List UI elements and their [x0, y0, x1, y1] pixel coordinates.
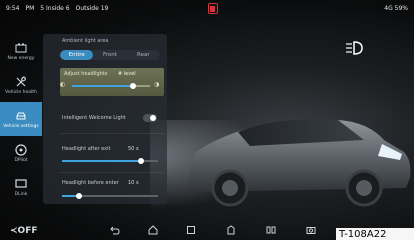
fan-icon: ≺ — [10, 226, 18, 236]
sidebar-item-dlink[interactable]: DLink — [0, 170, 42, 204]
status-left: 9:54 PM 5 Inside 6 Outside 19 — [6, 5, 108, 12]
screen-icon — [14, 178, 28, 190]
status-outside-temp: Outside 19 — [75, 5, 109, 12]
sidebar-item-label: DLink — [14, 191, 28, 197]
wrench-icon — [14, 75, 28, 88]
segment-front[interactable]: Front — [93, 50, 126, 60]
segment-entire[interactable]: Entire — [60, 50, 94, 60]
map-icon[interactable] — [226, 225, 236, 238]
after-exit-knob[interactable] — [138, 158, 144, 164]
home-icon[interactable] — [148, 225, 158, 238]
steering-icon — [14, 143, 28, 156]
divider — [60, 133, 164, 134]
status-right: 4G 59% — [384, 5, 408, 12]
welcome-light-toggle[interactable] — [143, 114, 157, 122]
before-enter-value: 10 s — [128, 180, 139, 186]
headlight-adjust-card: Adjust headlights # level ◐ ◑ — [60, 68, 164, 96]
headlight-icon — [344, 40, 364, 56]
camera-icon[interactable] — [306, 225, 316, 238]
climate-off-button[interactable]: ≺OFF — [10, 226, 38, 236]
sidebar-item-label: DPilot — [14, 157, 28, 163]
media-icon[interactable] — [266, 225, 276, 238]
status-bar: 9:54 PM 5 Inside 6 Outside 19 4G 59% — [0, 0, 414, 16]
status-time: 9:54 — [6, 5, 20, 12]
after-exit-slider[interactable] — [62, 158, 158, 164]
notification-icon[interactable] — [208, 3, 218, 14]
rear-hub-shape — [222, 180, 238, 196]
climate-off-label: OFF — [17, 226, 38, 236]
before-enter-knob[interactable] — [76, 193, 82, 199]
after-exit-value: 50 s — [128, 146, 139, 152]
headlight-level-knob[interactable] — [130, 83, 136, 89]
sidebar-item-new-energy[interactable]: New energy — [0, 34, 42, 68]
before-enter-slider[interactable] — [62, 193, 158, 199]
sidebar-item-dpilot[interactable]: DPilot — [0, 136, 42, 170]
headlight-level-slider[interactable] — [72, 83, 150, 89]
car-icon — [14, 110, 28, 122]
sidebar-item-label: Vehicle settings — [3, 123, 39, 129]
before-enter-label: Headlight before enter — [62, 180, 119, 186]
ambient-area-selector: Entire Front Rear — [60, 50, 160, 60]
status-inside-temp: 5 Inside 6 — [40, 5, 70, 12]
headlight-high-icon: ◑ — [154, 81, 160, 88]
after-exit-label: Headlight after exit — [62, 146, 111, 152]
headlight-low-icon: ◐ — [60, 81, 66, 88]
sidebar-item-vehicle-health[interactable]: Vehicle health — [0, 68, 42, 102]
car-image — [188, 119, 411, 207]
battery-icon — [14, 42, 28, 54]
recent-icon[interactable] — [186, 225, 196, 238]
divider — [60, 172, 164, 173]
sidebar-item-label: Vehicle health — [5, 89, 37, 95]
segment-rear[interactable]: Rear — [127, 50, 160, 60]
sidebar-nav: New energy Vehicle health Vehicle settin… — [0, 34, 42, 210]
headlight-level-fill — [72, 85, 133, 87]
back-icon[interactable] — [110, 225, 120, 238]
vehicle-screen: 9:54 PM 5 Inside 6 Outside 19 4G 59% New… — [0, 0, 414, 240]
headlight-adjust-label: Adjust headlights — [64, 71, 108, 77]
after-exit-fill — [62, 160, 141, 162]
front-hub-shape — [356, 180, 372, 196]
sidebar-item-vehicle-settings[interactable]: Vehicle settings — [0, 102, 42, 136]
welcome-light-label: Intelligent Welcome Light — [62, 115, 126, 121]
headlight-level-value: # level — [118, 71, 136, 77]
ambient-area-title: Ambient light area — [62, 38, 109, 44]
sidebar-item-label: New energy — [7, 55, 35, 61]
overlay-label: T-108A22 — [336, 228, 414, 240]
status-ampm: PM — [25, 5, 35, 12]
